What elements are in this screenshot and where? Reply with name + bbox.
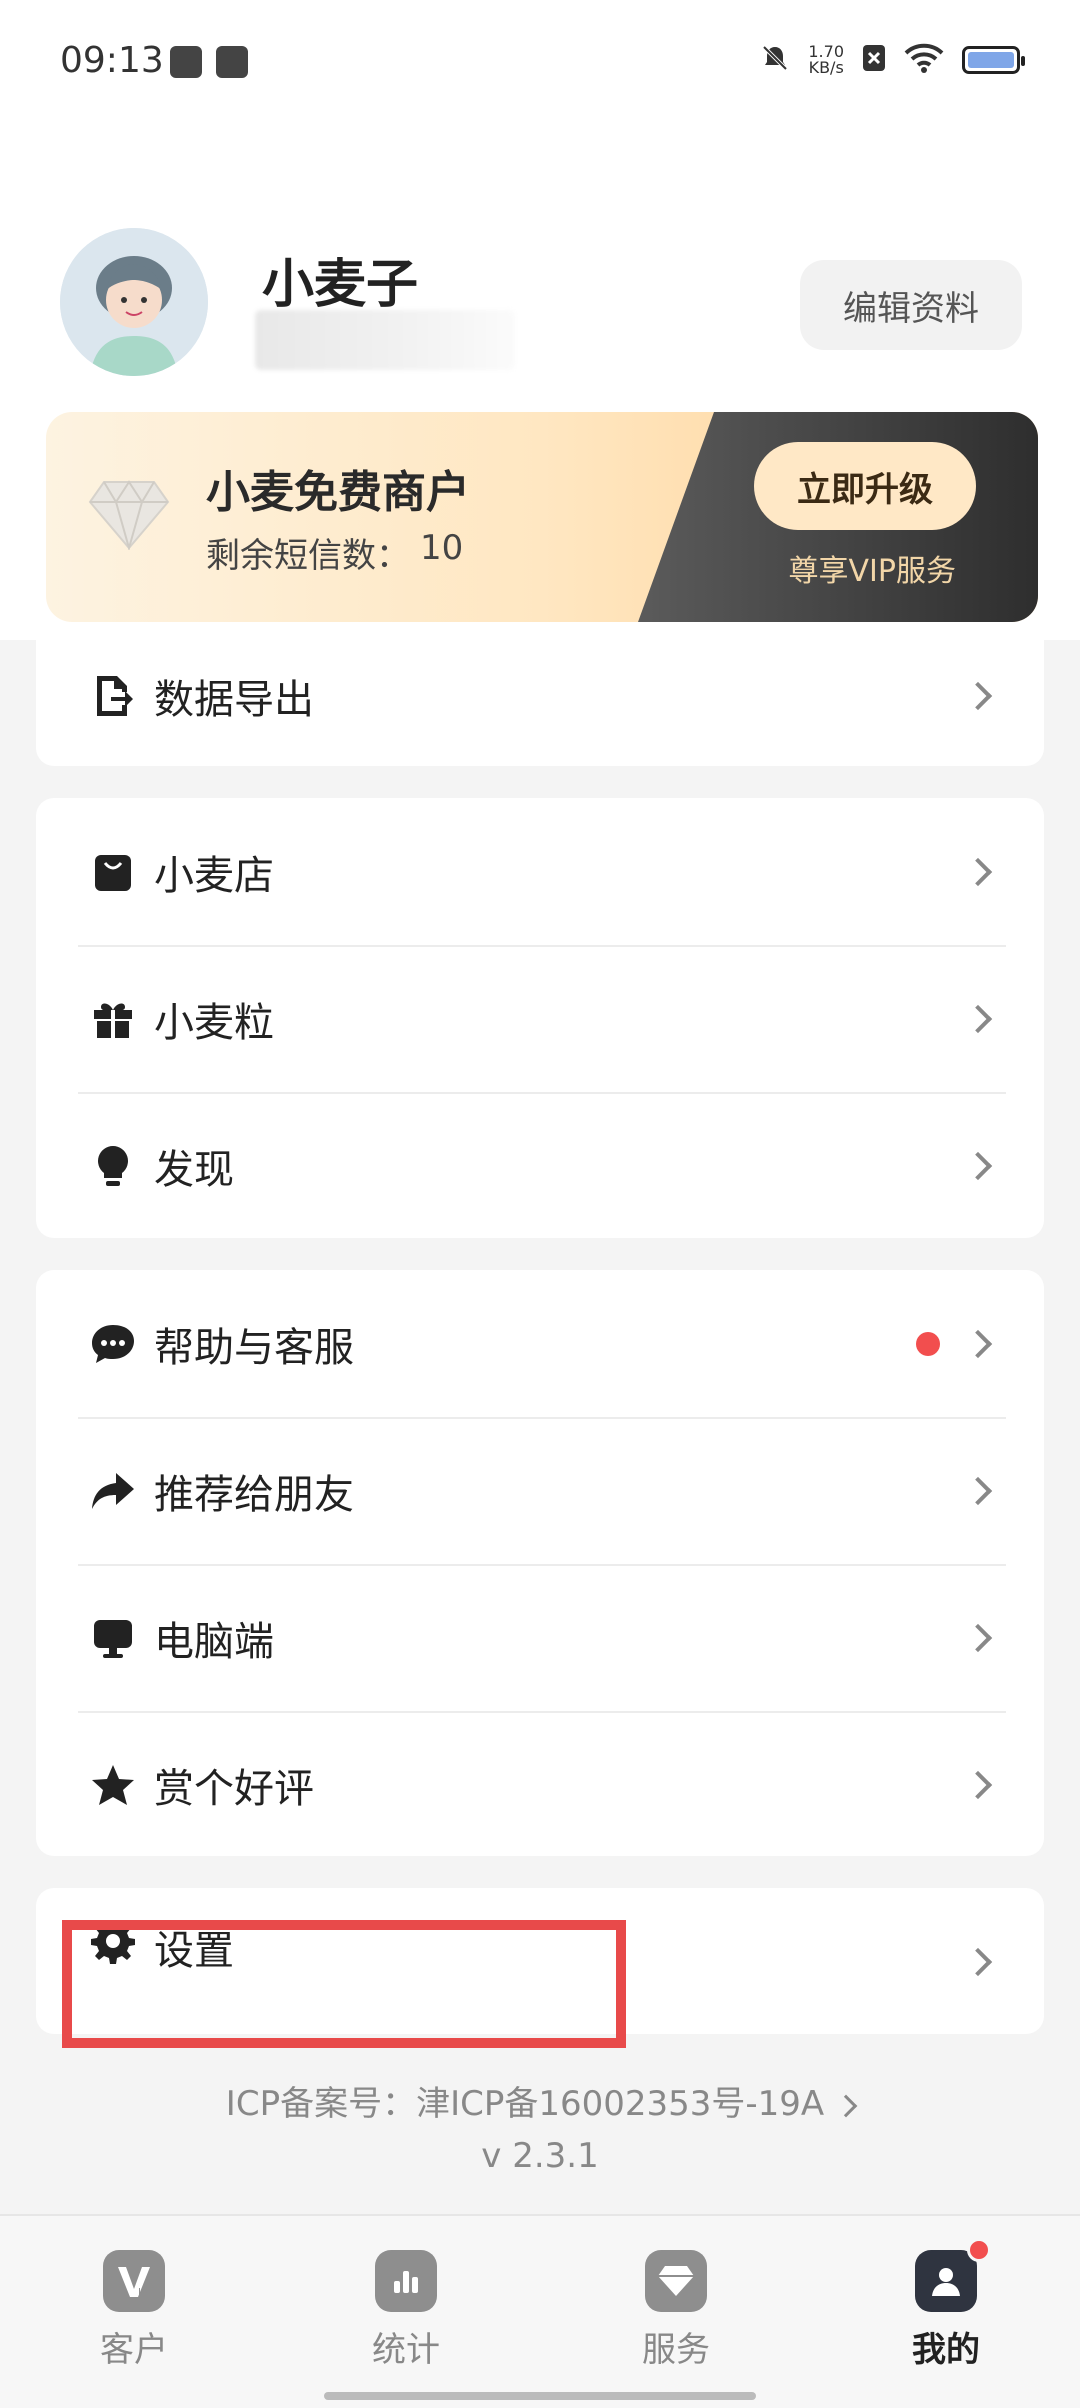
diamond-icon — [645, 2250, 707, 2312]
chevron-right-icon — [963, 1329, 993, 1358]
highlight-annotation — [62, 1920, 626, 2048]
bar-chart-icon — [375, 2250, 437, 2312]
unread-dot — [916, 1331, 940, 1356]
lightbulb-icon — [90, 1143, 136, 1189]
chevron-right-icon — [963, 1004, 993, 1033]
sms-remaining: 剩余短信数： 10 — [206, 528, 464, 576]
status-icons: 1.70 KB/s — [760, 38, 1025, 82]
chevron-right-icon — [963, 681, 993, 711]
edit-profile-button[interactable]: 编辑资料 — [800, 260, 1022, 350]
menu-item-recommend[interactable]: 推荐给朋友 — [36, 1417, 1044, 1564]
vip-service-label: 尊享VIP服务 — [788, 554, 956, 589]
network-speed: 1.70 KB/s — [808, 42, 844, 77]
menu-item-shop[interactable]: 小麦店 — [36, 798, 1044, 945]
avatar[interactable] — [60, 228, 208, 376]
chevron-right-icon — [963, 1476, 993, 1505]
menu-item-discover[interactable]: 发现 — [36, 1092, 1044, 1238]
sim-off-icon — [862, 43, 886, 77]
vip-customers-icon: IP — [103, 2250, 165, 2312]
vip-title: 小麦免费商户 — [206, 467, 470, 518]
shopping-bag-icon — [90, 849, 136, 895]
card-shop: 小麦店 小麦粒 发现 — [36, 798, 1044, 1238]
chat-bubble-icon — [90, 1321, 136, 1367]
tab-customers[interactable]: IP 客户 — [64, 2250, 204, 2371]
battery-icon — [962, 46, 1025, 74]
upgrade-button[interactable]: 立即升级 — [754, 442, 976, 530]
chevron-right-icon — [963, 1947, 993, 1977]
bottom-tab-bar: IP 客户 统计 服务 我的 — [0, 2214, 1080, 2408]
tab-services[interactable]: 服务 — [606, 2250, 746, 2371]
user-name: 小麦子 — [262, 255, 419, 315]
chevron-right-icon — [963, 1151, 993, 1180]
profile-header: 小麦子 编辑资料 小麦免费商户 剩余短信数： 10 立即升级 尊享VIP服务 — [0, 110, 1080, 640]
share-arrow-icon — [90, 1468, 136, 1514]
mute-icon — [760, 43, 790, 77]
chevron-right-icon — [963, 857, 993, 886]
chevron-right-icon — [963, 1770, 993, 1799]
export-file-icon — [90, 673, 136, 719]
tab-mine[interactable]: 我的 — [876, 2238, 1016, 2371]
star-icon — [90, 1762, 136, 1808]
home-indicator[interactable] — [324, 2392, 756, 2400]
app-version: v 2.3.1 — [481, 2136, 599, 2176]
wifi-icon — [904, 43, 944, 77]
menu-item-data-export[interactable]: 数据导出 — [36, 640, 1044, 752]
status-bar: 09:13 1.70 KB/s — [0, 0, 1080, 110]
monitor-icon — [90, 1615, 136, 1661]
menu-item-grain[interactable]: 小麦粒 — [36, 945, 1044, 1092]
vip-card[interactable]: 小麦免费商户 剩余短信数： 10 立即升级 尊享VIP服务 — [46, 412, 1038, 622]
chevron-right-icon — [963, 1623, 993, 1652]
status-time: 09:13 — [60, 40, 164, 81]
svg-text:IP: IP — [138, 2287, 147, 2298]
notification-app-icon — [170, 46, 202, 78]
menu-item-help[interactable]: 帮助与客服 — [36, 1270, 1044, 1417]
gift-icon — [90, 996, 136, 1042]
icp-record-link[interactable]: ICP备案号：津ICP备16002353号-19A — [0, 2076, 1080, 2125]
chevron-right-icon — [834, 2094, 858, 2117]
notification-dot — [967, 2238, 991, 2262]
user-id-blurred — [255, 310, 515, 370]
notification-app-icon — [216, 46, 248, 78]
menu-item-rate[interactable]: 赏个好评 — [36, 1711, 1044, 1856]
tab-statistics[interactable]: 统计 — [336, 2250, 476, 2371]
card-support: 帮助与客服 推荐给朋友 电脑端 赏个好评 — [36, 1270, 1044, 1856]
diamond-icon — [88, 478, 170, 552]
card-export: 数据导出 — [36, 640, 1044, 766]
person-icon — [915, 2238, 991, 2312]
menu-item-desktop[interactable]: 电脑端 — [36, 1564, 1044, 1711]
